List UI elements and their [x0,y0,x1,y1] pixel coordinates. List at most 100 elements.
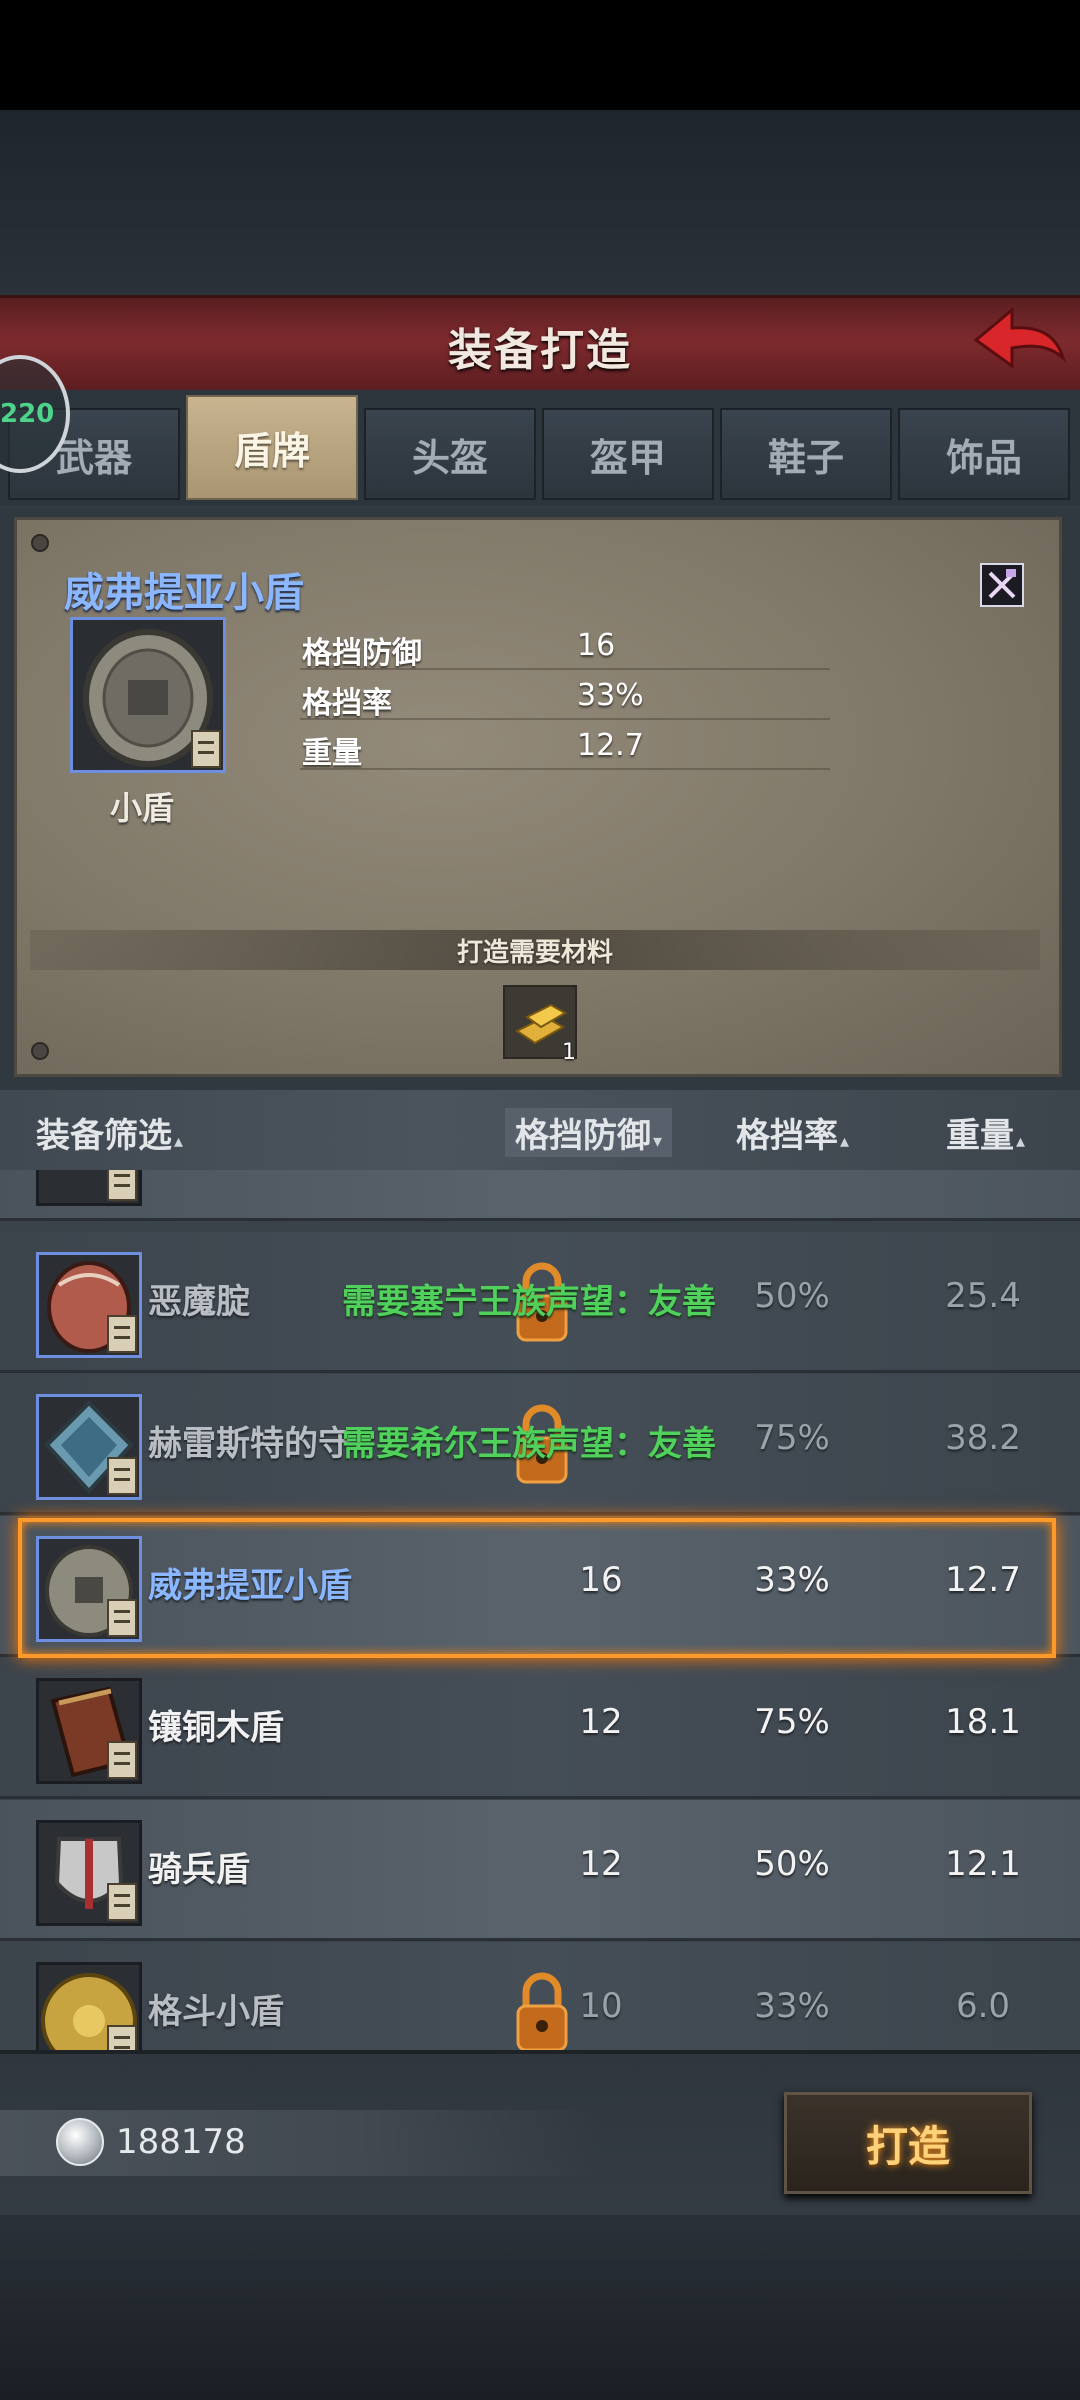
blueprint-icon [107,1315,137,1353]
weight-value: 12.1 [945,1844,1021,1884]
rate-value: 50% [754,1844,830,1884]
sort-up-icon: ▴ [174,1131,184,1152]
tab-label: 鞋子 [767,435,844,480]
tab-label: 武器 [55,435,132,480]
column-label: 格挡防御 [515,1116,651,1156]
list-item[interactable]: 镶铜木盾 12 75% 18.1 [0,1658,1080,1796]
currency-amount: 188178 [116,2122,246,2162]
material-count: 1 [562,1040,576,1065]
shield-icon [70,617,226,773]
weight-value: 12.7 [945,1560,1021,1600]
list-item[interactable]: 赫雷斯特的守 需要希尔王族声望：友善 75% 38.2 [0,1374,1080,1512]
kite-shield-icon [36,1394,142,1500]
filter-label: 装备筛选 [36,1116,172,1156]
rivet-icon [31,534,49,552]
rate-value: 75% [754,1418,830,1458]
stat-label-weight: 重量 [302,736,362,771]
weight-value: 38.2 [945,1418,1021,1458]
divider [300,668,830,670]
equipment-list[interactable]: 恶魔腚 需要塞宁王族声望：友善 50% 25.4 赫雷斯特的守 需要希尔王族声望… [0,1170,1080,2050]
upper-background [0,110,1080,295]
list-item[interactable]: 恶魔腚 需要塞宁王族声望：友善 50% 25.4 [0,1232,1080,1370]
shield-icon [36,1170,142,1206]
rate-value: 33% [754,1986,830,2026]
divider [0,1654,1080,1657]
blueprint-icon [107,1457,137,1495]
materials-title: 打造需要材料 [456,937,613,968]
blueprint-icon [107,1599,137,1637]
reputation-requirement: 需要塞宁王族声望：友善 [342,1282,716,1322]
tab-label: 饰品 [945,435,1022,480]
divider [300,768,830,770]
sort-rate-button[interactable]: 格挡率 ▴ [736,1108,849,1157]
tab-helmet[interactable]: 头盔 [364,408,536,500]
sort-weight-button[interactable]: 重量 ▴ [946,1108,1025,1157]
rate-value: 33% [754,1560,830,1600]
filter-button[interactable]: 装备筛选 ▴ [36,1108,183,1157]
list-item[interactable] [0,1170,1080,1218]
status-bar-area [0,0,1080,110]
stat-value-defense: 16 [577,628,616,663]
badge-text: 220 [0,399,55,429]
divider [0,1796,1080,1799]
defense-value: 10 [579,1986,623,2026]
item-name: 骑兵盾 [148,1850,250,1890]
forge-label: 打造 [865,2121,950,2171]
sort-up-icon: ▴ [840,1131,850,1152]
column-label: 格挡率 [736,1116,838,1156]
reputation-requirement: 需要希尔王族声望：友善 [342,1424,716,1464]
defense-value: 12 [579,1844,623,1884]
page-title: 装备打造 [448,324,632,376]
round-shield-icon [36,1536,142,1642]
cavalry-shield-icon [36,1820,142,1926]
demon-shield-icon [36,1252,142,1358]
stat-value-weight: 12.7 [577,728,644,763]
rate-value: 50% [754,1276,830,1316]
defense-value: 12 [579,1702,623,1742]
sort-up-icon: ▴ [1016,1131,1026,1152]
defense-value: 16 [579,1560,623,1600]
tab-label: 头盔 [411,435,488,480]
blueprint-icon [107,1741,137,1779]
materials-header: 打造需要材料 [30,930,1040,970]
title-banner: 装备打造 [0,295,1080,396]
list-item-selected[interactable]: 威弗提亚小盾 16 33% 12.7 [0,1516,1080,1654]
equipment-tabs: 武器 盾牌 头盔 盔甲 鞋子 饰品 [0,390,1080,509]
weight-value: 18.1 [945,1702,1021,1742]
divider [0,1938,1080,1941]
wooden-shield-icon [36,1678,142,1784]
tab-shield[interactable]: 盾牌 [186,395,358,500]
rate-value: 75% [754,1702,830,1742]
tab-label: 盾牌 [233,429,310,473]
blueprint-icon [107,1883,137,1921]
divider [0,1370,1080,1373]
crossed-tools-icon[interactable] [980,563,1024,607]
item-name: 威弗提亚小盾 [148,1566,352,1606]
sort-defense-button[interactable]: 格挡防御 ▾ [505,1108,673,1157]
stat-label-rate: 格挡率 [302,686,392,721]
blueprint-icon [107,1170,137,1201]
item-name: 镶铜木盾 [148,1708,284,1748]
weight-value: 25.4 [945,1276,1021,1316]
list-item[interactable]: 格斗小盾 10 33% 6.0 [0,1942,1080,2050]
blueprint-icon [107,2025,137,2050]
silver-coin-icon [56,2118,104,2166]
forge-button[interactable]: 打造 [784,2092,1032,2194]
divider [300,718,830,720]
item-name: 恶魔腚 [148,1282,250,1322]
item-name: 格斗小盾 [148,1992,284,2032]
tab-armor[interactable]: 盔甲 [542,408,714,500]
tab-boots[interactable]: 鞋子 [720,408,892,500]
back-arrow-icon[interactable] [968,300,1068,380]
buckler-icon [36,1962,142,2050]
weight-value: 6.0 [955,1986,1011,2026]
item-name: 威弗提亚小盾 [64,570,304,616]
stat-label-defense: 格挡防御 [302,636,422,671]
item-name: 赫雷斯特的守 [148,1424,352,1464]
rivet-icon [31,1042,49,1060]
list-item[interactable]: 骑兵盾 12 50% 12.1 [0,1800,1080,1938]
tab-accessory[interactable]: 饰品 [898,408,1070,500]
divider [0,1512,1080,1515]
column-label: 重量 [946,1116,1014,1156]
item-type: 小盾 [110,789,175,827]
